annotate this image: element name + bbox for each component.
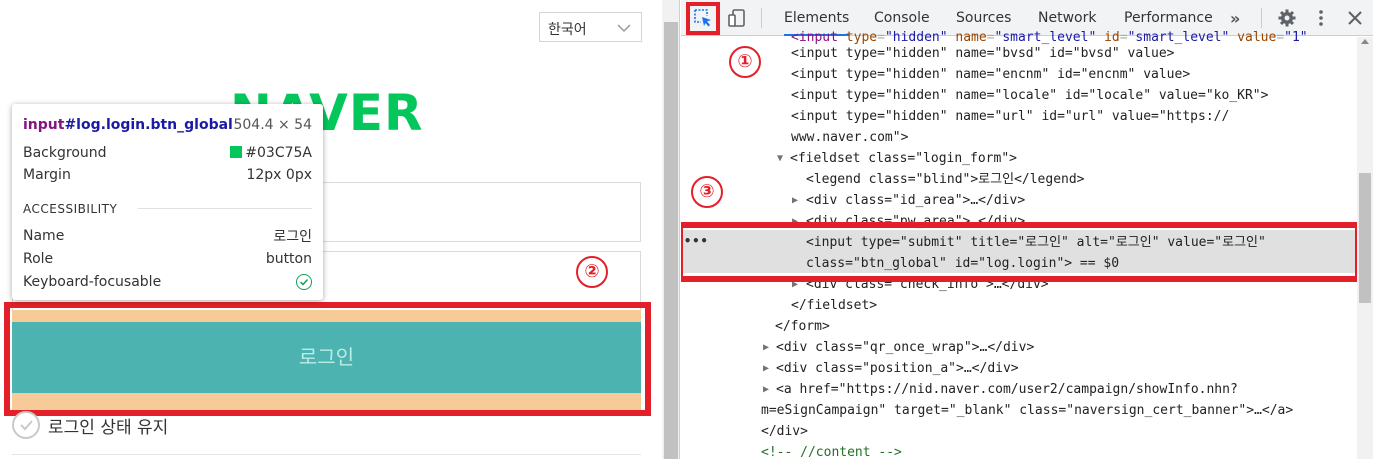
tooltip-margin-value: 12px 0px bbox=[246, 167, 312, 183]
divider bbox=[1261, 8, 1262, 28]
check-icon bbox=[12, 411, 40, 439]
more-options-icon[interactable] bbox=[1311, 8, 1331, 28]
gear-icon[interactable] bbox=[1277, 8, 1297, 28]
divider bbox=[138, 208, 312, 209]
dom-line[interactable]: <div class="id_area">…</div> bbox=[806, 190, 1025, 211]
annotation-box-selected-node bbox=[681, 222, 1361, 282]
dom-line[interactable]: </form> bbox=[775, 316, 830, 337]
dom-line-link[interactable]: m=eSignCampaign" target="_blank" class="… bbox=[761, 400, 1293, 421]
tooltip-accessibility-heading: ACCESSIBILITY bbox=[23, 202, 118, 216]
expand-arrow-icon[interactable]: ▼ bbox=[777, 148, 783, 169]
dom-line[interactable]: </fieldset> bbox=[791, 295, 877, 316]
collapse-arrow-icon[interactable]: ▶ bbox=[792, 190, 798, 211]
dom-line[interactable]: <div class="qr_once_wrap">…</div> bbox=[776, 337, 1034, 358]
collapse-arrow-icon[interactable]: ▶ bbox=[763, 379, 769, 400]
dom-line[interactable]: </div> bbox=[761, 421, 808, 442]
annotation-box-login-button bbox=[4, 302, 651, 416]
tooltip-margin-label: Margin bbox=[23, 167, 71, 183]
check-circle-icon bbox=[296, 274, 312, 290]
collapse-arrow-icon[interactable]: ▶ bbox=[763, 337, 769, 358]
language-select-value: 한국어 bbox=[548, 22, 587, 38]
devtools-panel: Elements Console Sources Network Perform… bbox=[681, 0, 1373, 459]
close-icon[interactable] bbox=[1345, 8, 1365, 28]
annotation-badge-1: ① bbox=[729, 46, 761, 78]
keep-login-label: 로그인 상태 유지 bbox=[48, 417, 169, 438]
annotation-badge-2: ② bbox=[576, 256, 608, 288]
inspect-tooltip: input#log.login.btn_global 504.4 × 54 Ba… bbox=[12, 104, 323, 300]
dom-line[interactable]: <input type="hidden" name="url" id="url"… bbox=[791, 106, 1229, 127]
tooltip-name-value: 로그인 bbox=[273, 229, 312, 245]
device-toolbar-icon[interactable] bbox=[727, 8, 747, 28]
tooltip-role-value: button bbox=[265, 251, 312, 267]
dom-line[interactable]: <fieldset class="login_form"> bbox=[790, 148, 1017, 169]
scrollbar-thumb[interactable] bbox=[664, 22, 678, 459]
dom-line[interactable]: <legend class="blind">로그인</legend> bbox=[806, 169, 1085, 190]
dom-tree: <input type="hidden" name="smart_level" … bbox=[681, 30, 1361, 459]
dom-line[interactable]: <input type="hidden" name="encnm" id="en… bbox=[791, 64, 1190, 85]
tooltip-size: 504.4 × 54 bbox=[233, 117, 312, 133]
color-swatch bbox=[230, 146, 243, 158]
tooltip-name-label: Name bbox=[23, 228, 65, 244]
tooltip-background-value: #03C75A bbox=[230, 145, 312, 161]
scrollbar-thumb[interactable] bbox=[1359, 173, 1371, 303]
more-tabs-button[interactable]: » bbox=[1230, 9, 1240, 28]
keep-login-checkbox[interactable]: 로그인 상태 유지 bbox=[12, 410, 168, 440]
page-viewport: 한국어 NAVER 로그인 로그인 상태 유지 ② input#log.logi… bbox=[0, 0, 680, 459]
tooltip-background-label: Background bbox=[23, 145, 107, 161]
dom-line-link[interactable]: <a href="https://nid.naver.com/user2/cam… bbox=[776, 379, 1238, 400]
annotation-badge-3: ③ bbox=[691, 176, 723, 208]
dom-line[interactable]: www.naver.com"> bbox=[791, 127, 908, 148]
tooltip-role-label: Role bbox=[23, 251, 54, 267]
tooltip-focusable-label: Keyboard-focusable bbox=[23, 274, 162, 290]
dom-comment: <!-- //content --> bbox=[761, 445, 902, 459]
chevron-down-icon bbox=[617, 24, 631, 33]
divider bbox=[12, 454, 641, 455]
tooltip-selector: input#log.login.btn_global bbox=[23, 117, 233, 133]
scroll-up-icon[interactable] bbox=[1361, 39, 1369, 44]
dom-line[interactable]: <input type="hidden" name="locale" id="l… bbox=[791, 85, 1268, 106]
divider bbox=[761, 8, 762, 28]
dom-line[interactable]: <div class="position_a">…</div> bbox=[776, 358, 1019, 379]
language-select[interactable]: 한국어 bbox=[539, 12, 642, 42]
collapse-arrow-icon[interactable]: ▶ bbox=[763, 358, 769, 379]
page-scrollbar[interactable] bbox=[662, 0, 679, 459]
devtools-scrollbar[interactable] bbox=[1357, 37, 1373, 459]
dom-line[interactable]: <input type="hidden" name="bvsd" id="bvs… bbox=[791, 43, 1175, 64]
annotation-box-inspect bbox=[686, 2, 720, 35]
